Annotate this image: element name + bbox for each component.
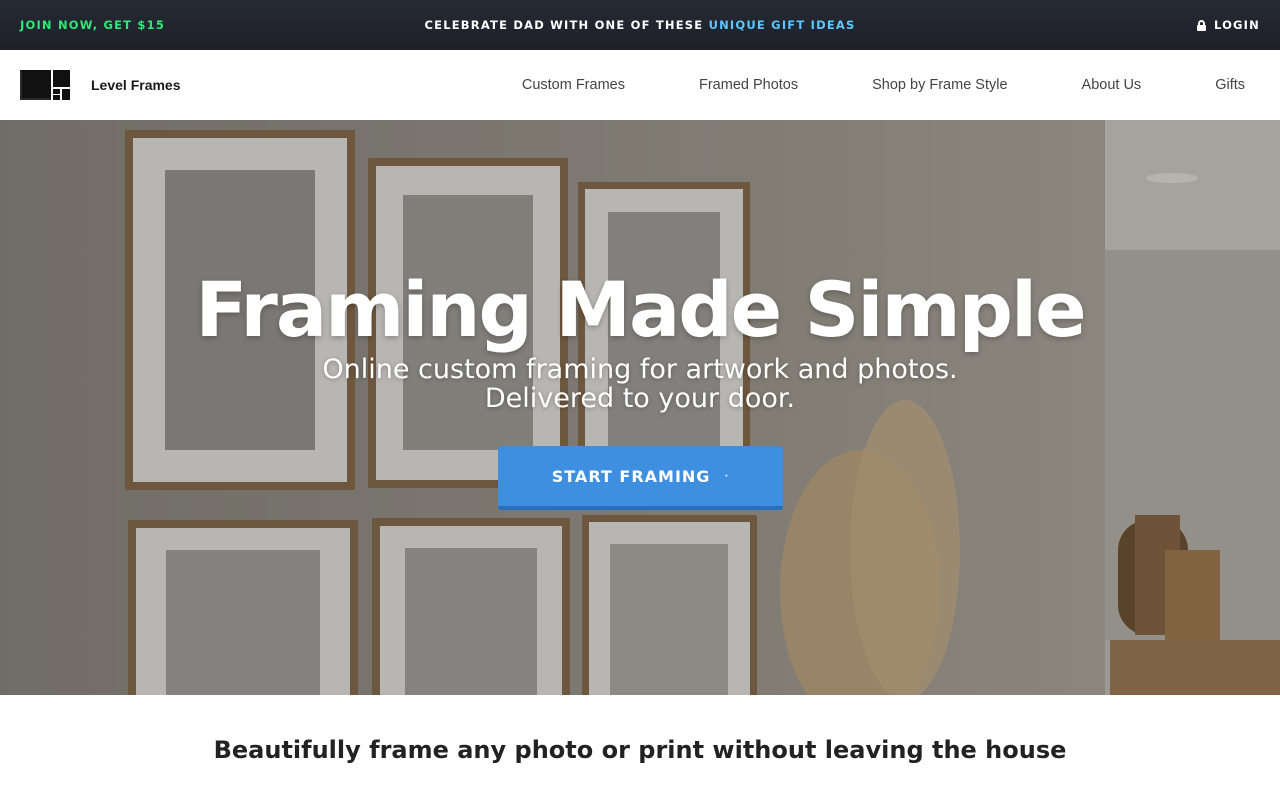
login-label: LOGIN (1213, 18, 1260, 32)
promo-message: CELEBRATE DAD WITH ONE OF THESE UNIQUE G… (0, 18, 1280, 32)
nav-framed-photos[interactable]: Framed Photos (699, 77, 798, 93)
brand-name: Level Frames (91, 77, 181, 93)
start-framing-button[interactable]: START FRAMING · (498, 446, 783, 510)
join-now-link[interactable]: JOIN NOW, GET $15 (20, 18, 165, 32)
promo-bar: JOIN NOW, GET $15 CELEBRATE DAD WITH ONE… (0, 0, 1280, 50)
main-nav: Level Frames Custom Frames Framed Photos… (0, 50, 1280, 120)
lock-icon (1196, 19, 1206, 31)
arrow-right-icon: · (724, 470, 730, 482)
nav-about-us[interactable]: About Us (1082, 77, 1142, 93)
level-frames-logo-icon (20, 70, 70, 100)
nav-custom-frames[interactable]: Custom Frames (522, 77, 625, 93)
hero-subtitle-line-1: Online custom framing for artwork and ph… (322, 354, 958, 385)
nav-shop-by-frame-style[interactable]: Shop by Frame Style (872, 77, 1007, 93)
hero-section: Framing Made Simple Online custom framin… (0, 120, 1280, 695)
hero-subtitle-line-2: Delivered to your door. (484, 383, 796, 414)
start-framing-label: START FRAMING (551, 466, 711, 486)
hero-title: Framing Made Simple (195, 265, 1086, 354)
login-link[interactable]: LOGIN (1196, 18, 1260, 32)
brand-home-link[interactable]: Level Frames (20, 70, 181, 100)
nav-gifts[interactable]: Gifts (1215, 77, 1245, 93)
promo-text: CELEBRATE DAD WITH ONE OF THESE (424, 18, 704, 32)
nav-links: Custom Frames Framed Photos Shop by Fram… (522, 50, 1245, 120)
section-tagline: Beautifully frame any photo or print wit… (213, 736, 1067, 764)
gift-ideas-link[interactable]: UNIQUE GIFT IDEAS (709, 18, 856, 32)
hero-subtitle: Online custom framing for artwork and ph… (0, 355, 1280, 413)
